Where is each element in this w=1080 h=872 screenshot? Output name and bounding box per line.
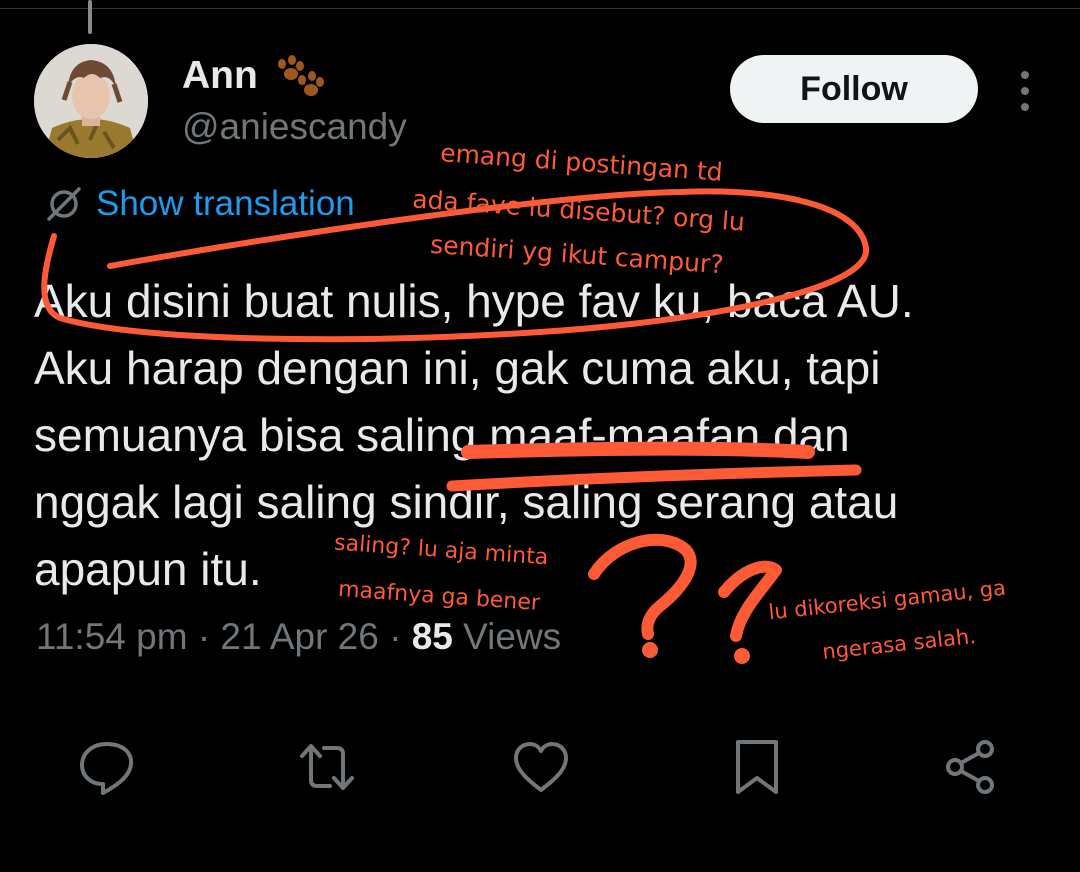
reply-icon[interactable] (76, 736, 138, 798)
show-translation-label: Show translation (96, 184, 355, 223)
user-handle[interactable]: @aniescandy (182, 106, 407, 148)
follow-button[interactable]: Follow (730, 55, 978, 123)
views-label: Views (463, 616, 562, 657)
meta-separator: · (197, 616, 211, 657)
translate-icon (47, 187, 81, 221)
retweet-icon[interactable] (296, 736, 358, 798)
show-translation-link[interactable]: Show translation (44, 184, 355, 224)
bookmark-icon[interactable] (726, 736, 788, 798)
views-count: 85 (411, 616, 453, 657)
share-icon[interactable] (940, 736, 1002, 798)
tweet-date[interactable]: 21 Apr 26 (220, 616, 378, 657)
display-name[interactable]: Ann (182, 54, 258, 98)
heart-icon[interactable] (510, 736, 572, 798)
paw-prints-icon (270, 54, 326, 98)
avatar[interactable] (34, 44, 148, 158)
tweet-time[interactable]: 11:54 pm (36, 616, 188, 657)
thread-connector-line (88, 0, 92, 34)
meta-separator: · (389, 616, 402, 657)
annotation-note-1-line-2: ada fave lu disebut? org lu (411, 184, 746, 237)
top-divider (0, 8, 1080, 9)
annotation-note-3-line-2: ngerasa salah. (821, 624, 977, 664)
tweet-metadata: 11:54 pm · 21 Apr 26 · 85 Views (36, 616, 561, 658)
more-options-icon[interactable] (1010, 68, 1040, 114)
annotation-note-1-line-1: emang di postingan td (439, 138, 724, 187)
